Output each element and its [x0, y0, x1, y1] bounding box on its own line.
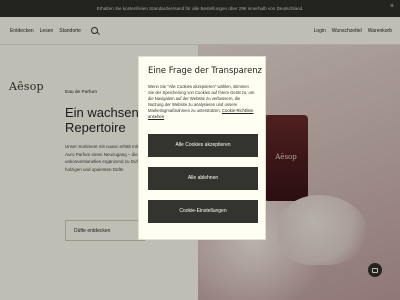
reject-all-button[interactable]: Alle ablehnen — [148, 166, 258, 190]
cookie-settings-button[interactable]: Cookie-Einstellungen — [148, 199, 258, 223]
accept-all-cookies-button[interactable]: Alle Cookies akzeptieren — [148, 133, 258, 157]
dialog-body: Wenn Sie "Alle Cookies akzeptieren" wähl… — [148, 84, 256, 121]
cookie-consent-dialog: Eine Frage der Transparenz Wenn Sie "All… — [138, 56, 266, 240]
dialog-title: Eine Frage der Transparenz — [148, 65, 262, 75]
